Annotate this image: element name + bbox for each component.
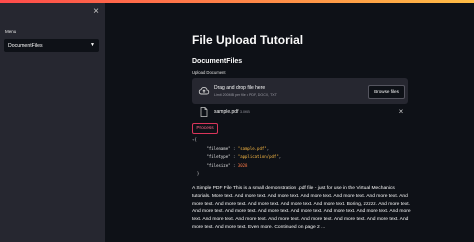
page-title: File Upload Tutorial [192,33,304,47]
file-size: 3.0KB [240,110,250,114]
json-value: "sample.pdf" [237,145,267,151]
upload-label: Upload Document [192,70,226,75]
json-key: "filename" [206,145,231,151]
cloud-upload-icon [198,86,210,95]
json-value: 3028 [237,162,248,168]
dropzone-limit: Limit 200MB per file • PDF, DOCX, TXT [214,93,277,97]
menu-select-value: DocumentFiles [8,42,43,49]
section-subtitle: DocumentFiles [192,58,243,65]
menu-select[interactable]: DocumentFiles ▼ [4,39,99,52]
process-button[interactable]: Process [192,123,218,134]
file-dropzone[interactable]: Drag and drop file here Limit 200MB per … [192,78,408,104]
json-comma: , [266,145,270,151]
json-line: "filetype" : "application/pdf", [206,154,282,159]
file-icon [200,107,208,117]
dropzone-title: Drag and drop file here [214,85,266,91]
json-key: "filetype" [206,154,231,159]
main-content: File Upload Tutorial DocumentFiles Uploa… [105,3,474,242]
browse-files-button[interactable]: Browse files [368,85,405,99]
json-close-brace: } [196,171,200,176]
file-name: sample.pdf [214,109,239,115]
json-line: "filesize" : 3028 [206,162,248,168]
json-value: "application/pdf" [237,154,279,159]
json-comma: , [278,154,282,159]
extracted-text-paragraph: A Simple PDF File This is a small demons… [192,186,411,230]
sidebar: × Menu DocumentFiles ▼ [0,3,105,242]
remove-file-icon[interactable]: × [397,107,405,116]
json-output: ▾{ "filename" : "sample.pdf", "filetype"… [192,136,408,179]
chevron-down-icon: ▼ [90,42,95,48]
json-open-line: ▾{ [192,136,408,145]
json-key: "filesize" [206,162,231,168]
json-close-line: } [192,170,408,179]
menu-label: Menu [5,29,17,34]
json-open-brace: { [194,137,197,142]
uploaded-file-row: sample.pdf 3.0KB × [192,106,408,118]
json-line: "filename" : "sample.pdf", [206,145,270,151]
close-sidebar-icon[interactable]: × [91,7,101,17]
